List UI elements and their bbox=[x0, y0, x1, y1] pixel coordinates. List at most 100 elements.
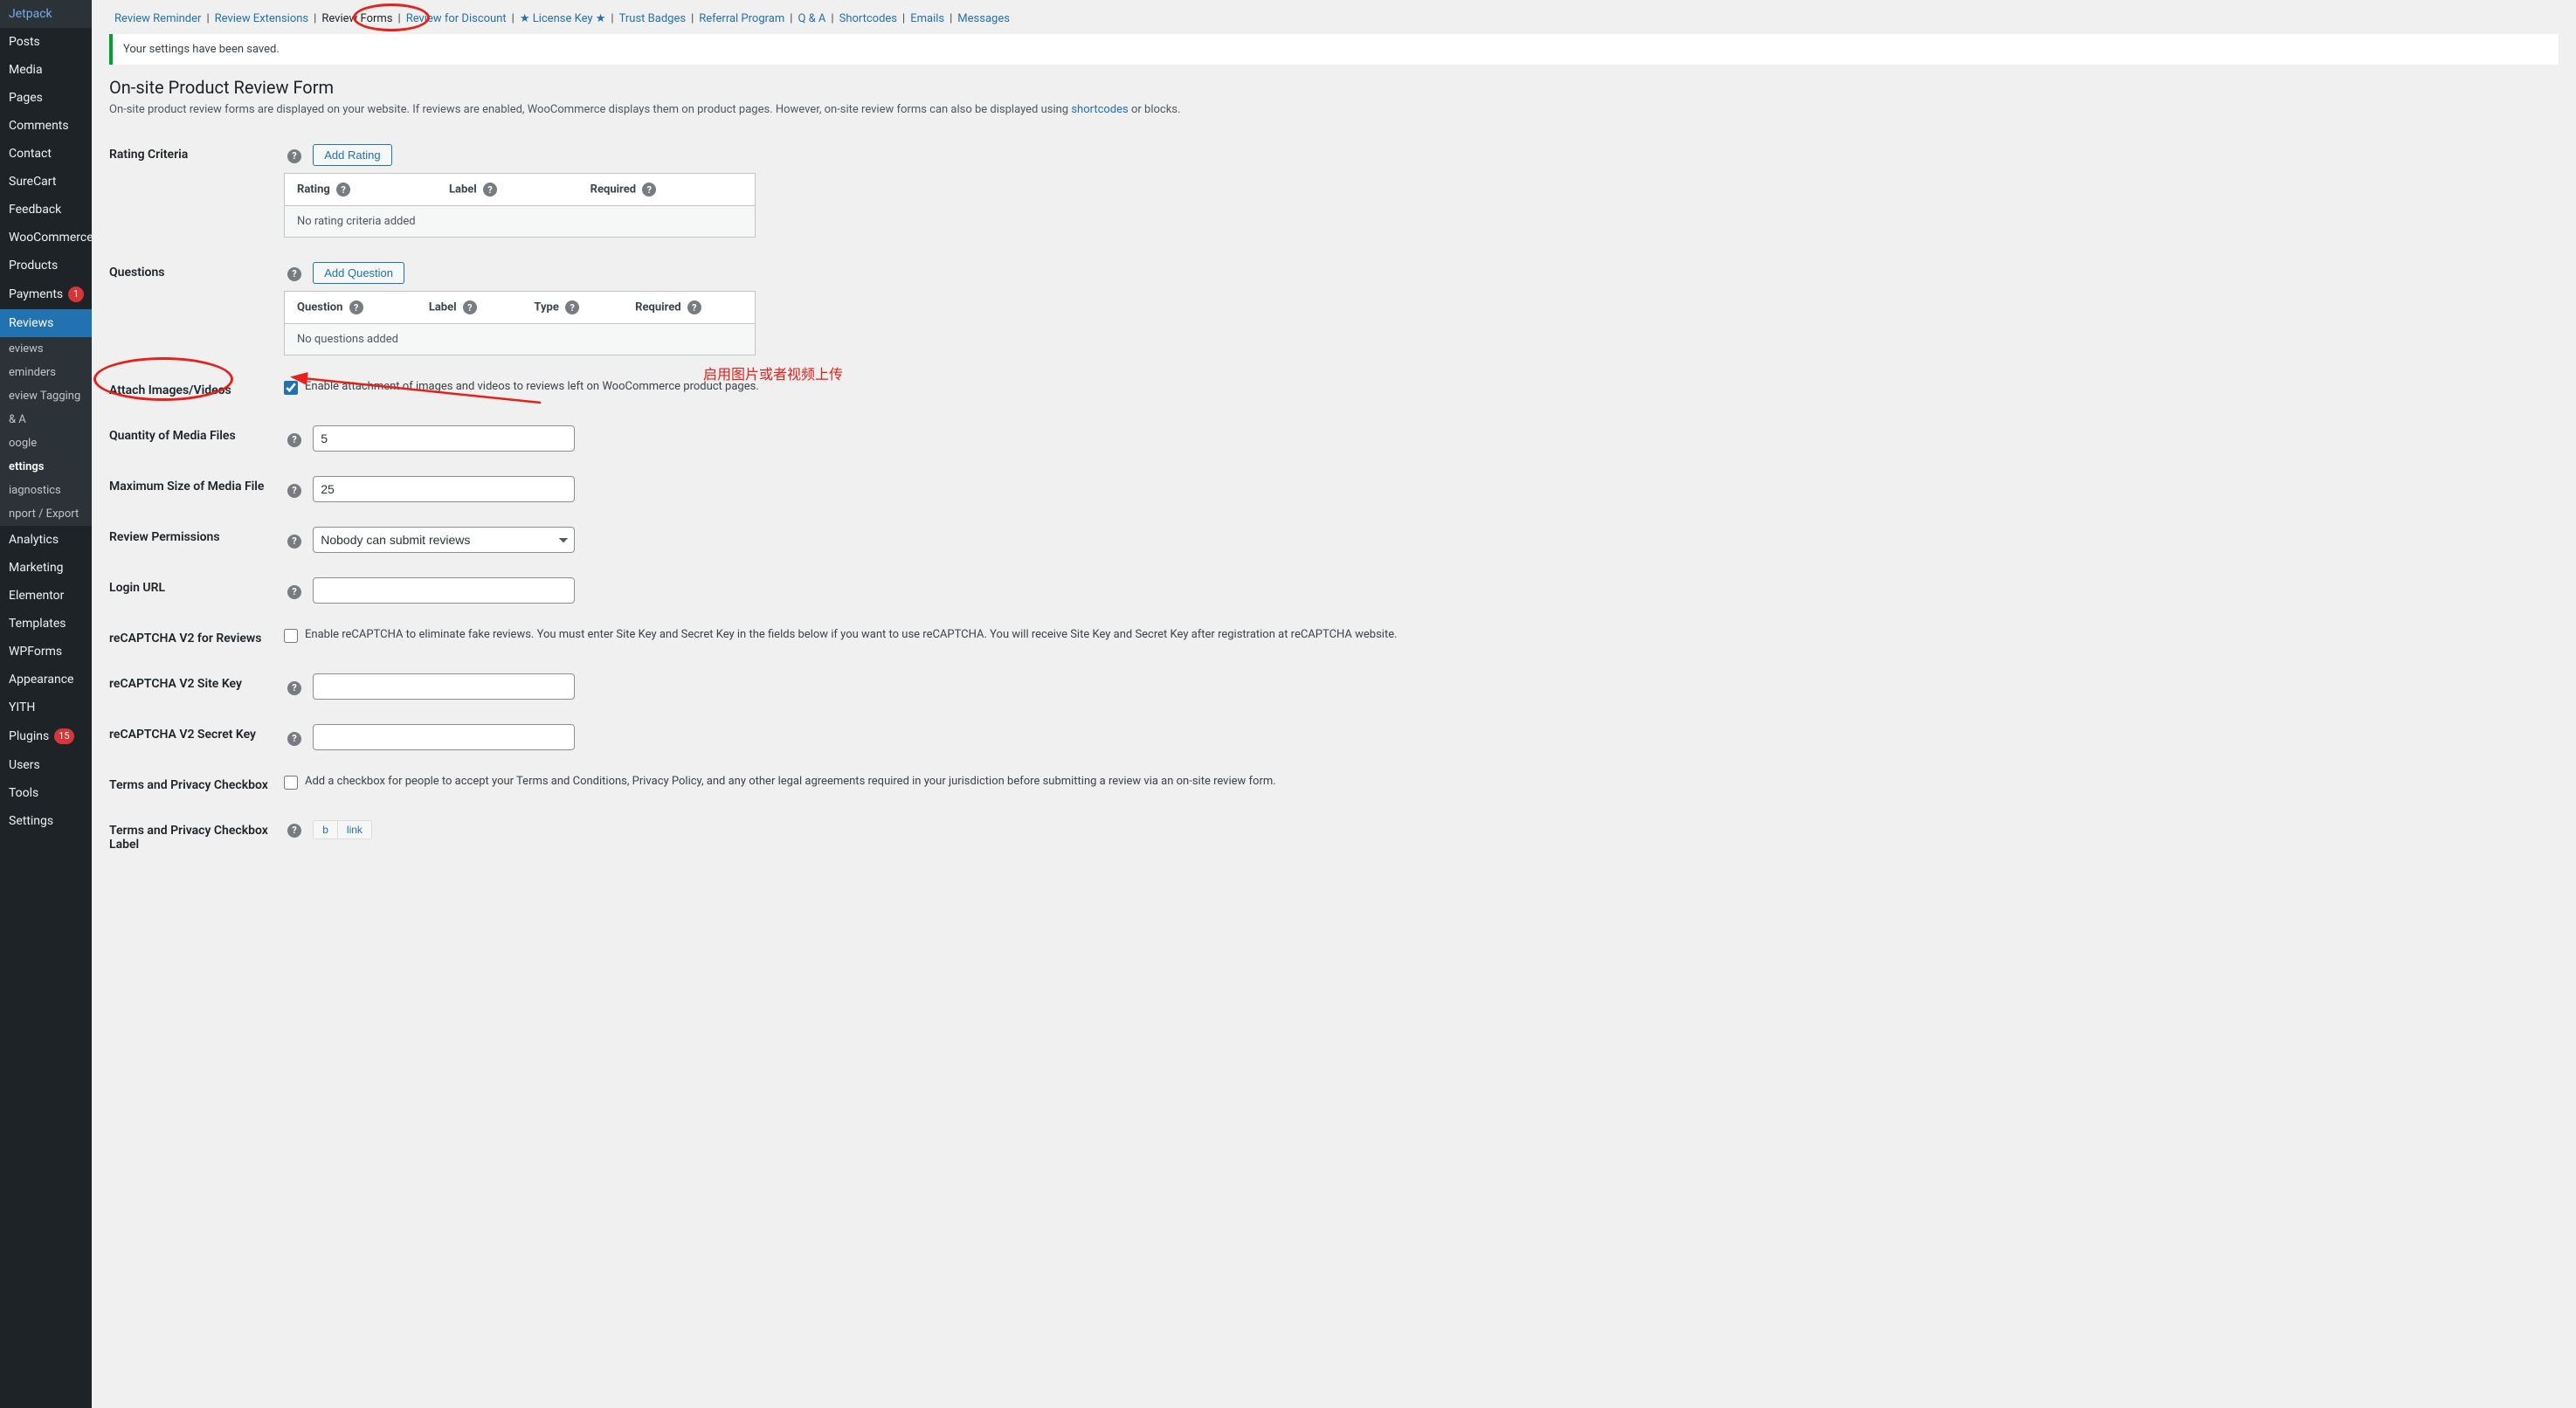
desc-pre: On-site product review forms are display… bbox=[109, 103, 1071, 116]
add-question-button[interactable]: Add Question bbox=[313, 262, 404, 284]
tab-referral-program[interactable]: Referral Program bbox=[694, 10, 790, 27]
sidebar-item-feedback[interactable]: Feedback bbox=[0, 196, 92, 224]
terms-checkbox-label[interactable]: Add a checkbox for people to accept your… bbox=[284, 775, 2550, 790]
help-icon[interactable]: ? bbox=[483, 183, 497, 197]
tab-review-extensions[interactable]: Review Extensions bbox=[210, 10, 314, 27]
recaptcha-sitekey-input[interactable] bbox=[313, 673, 575, 700]
max-size-input[interactable] bbox=[313, 476, 575, 502]
sidebar-item-label: Comments bbox=[9, 119, 69, 133]
sidebar-subitem[interactable]: & A bbox=[0, 408, 92, 431]
sidebar-item-wpforms[interactable]: WPForms bbox=[0, 638, 92, 666]
quicktag-bold-button[interactable]: b bbox=[314, 821, 338, 839]
sidebar-item-label: Analytics bbox=[9, 533, 59, 547]
label-text: reCAPTCHA V2 Secret Key bbox=[109, 728, 256, 742]
tab-q-a[interactable]: Q & A bbox=[792, 10, 831, 27]
help-icon[interactable]: ? bbox=[642, 183, 656, 197]
terms-checkbox[interactable] bbox=[284, 776, 298, 790]
login-url-input[interactable] bbox=[313, 577, 575, 604]
sidebar-subitem[interactable]: eview Tagging bbox=[0, 384, 92, 408]
sidebar-item-contact[interactable]: Contact bbox=[0, 140, 92, 168]
help-icon[interactable]: ? bbox=[287, 267, 301, 281]
label-recaptcha-sitekey: reCAPTCHA V2 Site Key bbox=[109, 661, 284, 712]
quicktags-toolbar: b link bbox=[313, 820, 372, 839]
sidebar-item-payments[interactable]: Payments1 bbox=[0, 280, 92, 309]
tab--license-key-[interactable]: ★ License Key ★ bbox=[515, 10, 611, 27]
help-icon[interactable]: ? bbox=[463, 300, 477, 314]
help-icon[interactable]: ? bbox=[349, 300, 363, 314]
sidebar-item-label: Reviews bbox=[9, 316, 53, 330]
label-terms-checkbox: Terms and Privacy Checkbox bbox=[109, 763, 284, 808]
recaptcha-checkbox[interactable] bbox=[284, 629, 298, 643]
rating-criteria-table: Rating ? Label ? Required ? No rating cr… bbox=[284, 173, 756, 238]
sidebar-item-posts[interactable]: Posts bbox=[0, 28, 92, 56]
sidebar-subitem[interactable]: eminders bbox=[0, 361, 92, 384]
review-permissions-select[interactable]: Nobody can submit reviews bbox=[313, 527, 575, 553]
th-text: Required bbox=[590, 183, 636, 197]
recaptcha-checkbox-label[interactable]: Enable reCAPTCHA to eliminate fake revie… bbox=[284, 628, 2550, 643]
sidebar-item-jetpack[interactable]: Jetpack bbox=[0, 0, 92, 28]
help-icon[interactable]: ? bbox=[287, 484, 301, 498]
help-icon[interactable]: ? bbox=[287, 824, 301, 838]
sidebar-item-pages[interactable]: Pages bbox=[0, 84, 92, 112]
sidebar-item-analytics[interactable]: Analytics bbox=[0, 526, 92, 554]
tab-review-forms[interactable]: Review Forms bbox=[316, 10, 397, 27]
sidebar-item-reviews[interactable]: Reviews bbox=[0, 309, 92, 337]
sidebar-item-users[interactable]: Users bbox=[0, 751, 92, 779]
sidebar-item-woocommerce[interactable]: WooCommerce bbox=[0, 224, 92, 252]
sidebar-item-templates[interactable]: Templates bbox=[0, 610, 92, 638]
sidebar-item-yith[interactable]: YITH bbox=[0, 694, 92, 721]
sidebar-item-comments[interactable]: Comments bbox=[0, 112, 92, 140]
label-text: Review Permissions bbox=[109, 530, 220, 544]
sidebar-item-marketing[interactable]: Marketing bbox=[0, 554, 92, 582]
attach-media-checkbox-label[interactable]: Enable attachment of images and videos t… bbox=[284, 380, 2550, 395]
sidebar-item-products[interactable]: Products bbox=[0, 252, 92, 280]
label-login-url: Login URL bbox=[109, 565, 284, 616]
tab-trust-badges[interactable]: Trust Badges bbox=[614, 10, 691, 27]
tab-shortcodes[interactable]: Shortcodes bbox=[834, 10, 902, 27]
shortcodes-link[interactable]: shortcodes bbox=[1071, 103, 1128, 116]
sidebar-item-appearance[interactable]: Appearance bbox=[0, 666, 92, 694]
sidebar-item-label: Jetpack bbox=[9, 7, 52, 21]
sidebar-subitem[interactable]: oogle bbox=[0, 431, 92, 455]
label-questions: Questions bbox=[109, 250, 284, 368]
sidebar-item-plugins[interactable]: Plugins 15 bbox=[0, 721, 92, 751]
add-rating-button[interactable]: Add Rating bbox=[313, 144, 391, 166]
sidebar-subitem[interactable]: eviews bbox=[0, 337, 92, 361]
label-terms-label: Terms and Privacy Checkbox Label bbox=[109, 808, 284, 867]
help-icon[interactable]: ? bbox=[287, 535, 301, 549]
empty-row: No questions added bbox=[285, 324, 756, 355]
help-icon[interactable]: ? bbox=[565, 300, 579, 314]
sidebar-item-surecart[interactable]: SureCart bbox=[0, 168, 92, 196]
attach-media-checkbox[interactable] bbox=[284, 381, 298, 395]
quicktag-link-button[interactable]: link bbox=[338, 821, 371, 839]
settings-subtabs: Review Reminder | Review Extensions | Re… bbox=[109, 10, 2559, 27]
tab-messages[interactable]: Messages bbox=[952, 10, 1015, 27]
sidebar-item-label: Products bbox=[9, 259, 58, 273]
quantity-media-input[interactable] bbox=[313, 425, 575, 452]
help-icon[interactable]: ? bbox=[336, 183, 350, 197]
sidebar-item-settings[interactable]: Settings bbox=[0, 807, 92, 835]
tab-emails[interactable]: Emails bbox=[905, 10, 950, 27]
sidebar-subitem[interactable]: ettings bbox=[0, 455, 92, 479]
sidebar-subitem[interactable]: iagnostics bbox=[0, 479, 92, 502]
label-recaptcha-secretkey: reCAPTCHA V2 Secret Key bbox=[109, 712, 284, 763]
recaptcha-secretkey-input[interactable] bbox=[313, 724, 575, 750]
help-icon[interactable]: ? bbox=[687, 300, 701, 314]
sidebar-item-tools[interactable]: Tools bbox=[0, 779, 92, 807]
sidebar-item-elementor[interactable]: Elementor bbox=[0, 582, 92, 610]
update-count-badge: 15 bbox=[54, 728, 73, 744]
tab-review-reminder[interactable]: Review Reminder bbox=[109, 10, 206, 27]
tab-review-for-discount[interactable]: Review for Discount bbox=[401, 10, 512, 27]
help-icon[interactable]: ? bbox=[287, 732, 301, 746]
help-icon[interactable]: ? bbox=[287, 585, 301, 599]
label-rating-criteria: Rating Criteria bbox=[109, 132, 284, 250]
help-icon[interactable]: ? bbox=[287, 433, 301, 447]
help-icon[interactable]: ? bbox=[287, 681, 301, 695]
help-icon[interactable]: ? bbox=[287, 149, 301, 163]
sidebar-item-label: Tools bbox=[9, 786, 38, 800]
sidebar-item-label: WooCommerce bbox=[9, 231, 93, 245]
sidebar-item-label: Plugins bbox=[9, 729, 49, 743]
sidebar-subitem[interactable]: nport / Export bbox=[0, 502, 92, 526]
desc-post: or blocks. bbox=[1129, 103, 1181, 116]
sidebar-item-media[interactable]: Media bbox=[0, 56, 92, 84]
